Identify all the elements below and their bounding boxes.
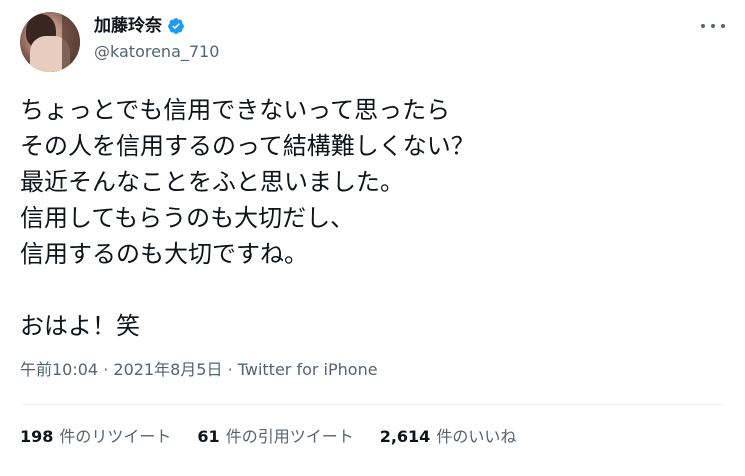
- author-handle[interactable]: @katorena_710: [94, 42, 219, 62]
- quotes-count: 61: [197, 427, 220, 446]
- tweet-date[interactable]: 2021年8月5日: [113, 360, 222, 379]
- tweet-text: ちょっとでも信用できないって思ったら その人を信用するのって結構難しくない？ 最…: [20, 92, 720, 344]
- meta-separator: ·: [222, 360, 238, 379]
- more-dot: [701, 24, 705, 28]
- more-options-icon[interactable]: [701, 18, 725, 34]
- more-dot: [711, 24, 715, 28]
- author-name-row: 加藤玲奈: [94, 15, 185, 37]
- likes-count: 2,614: [379, 427, 431, 446]
- tweet-text-line: [20, 272, 720, 308]
- retweets-stat[interactable]: 198 件のリツイート: [20, 426, 171, 448]
- tweet-time[interactable]: 午前10:04: [20, 360, 98, 379]
- retweets-label: 件のリツイート: [59, 427, 172, 446]
- meta-separator: ·: [98, 360, 114, 379]
- tweet-text-line: その人を信用するのって結構難しくない？: [20, 132, 475, 160]
- author-display-name[interactable]: 加藤玲奈: [94, 15, 162, 37]
- quote-tweets-stat[interactable]: 61 件の引用ツイート: [197, 426, 353, 448]
- quotes-label: 件の引用ツイート: [225, 427, 354, 446]
- retweets-count: 198: [20, 427, 54, 446]
- tweet-text-line: 最近そんなことをふと思いました。: [20, 168, 404, 196]
- more-dot: [721, 24, 725, 28]
- tweet-metadata: 午前10:04 · 2021年8月5日 · Twitter for iPhone: [20, 360, 378, 380]
- likes-label: 件のいいね: [436, 427, 517, 446]
- avatar-shade: [62, 12, 80, 72]
- avatar[interactable]: [20, 12, 80, 72]
- tweet-text-line: 信用するのも大切ですね。: [20, 240, 308, 268]
- divider: [20, 404, 725, 405]
- engagement-stats: 198 件のリツイート 61 件の引用ツイート 2,614 件のいいね: [20, 426, 516, 448]
- likes-stat[interactable]: 2,614 件のいいね: [380, 426, 517, 448]
- tweet-card: 加藤玲奈 @katorena_710 ちょっとでも信用できないって思ったら その…: [0, 0, 745, 476]
- tweet-source[interactable]: Twitter for iPhone: [238, 360, 378, 379]
- tweet-text-line: おはよ！笑: [20, 312, 140, 340]
- verified-badge-icon: [168, 18, 184, 34]
- tweet-text-line: 信用してもらうのも大切だし、: [20, 204, 355, 232]
- tweet-text-line: ちょっとでも信用できないって思ったら: [20, 96, 451, 124]
